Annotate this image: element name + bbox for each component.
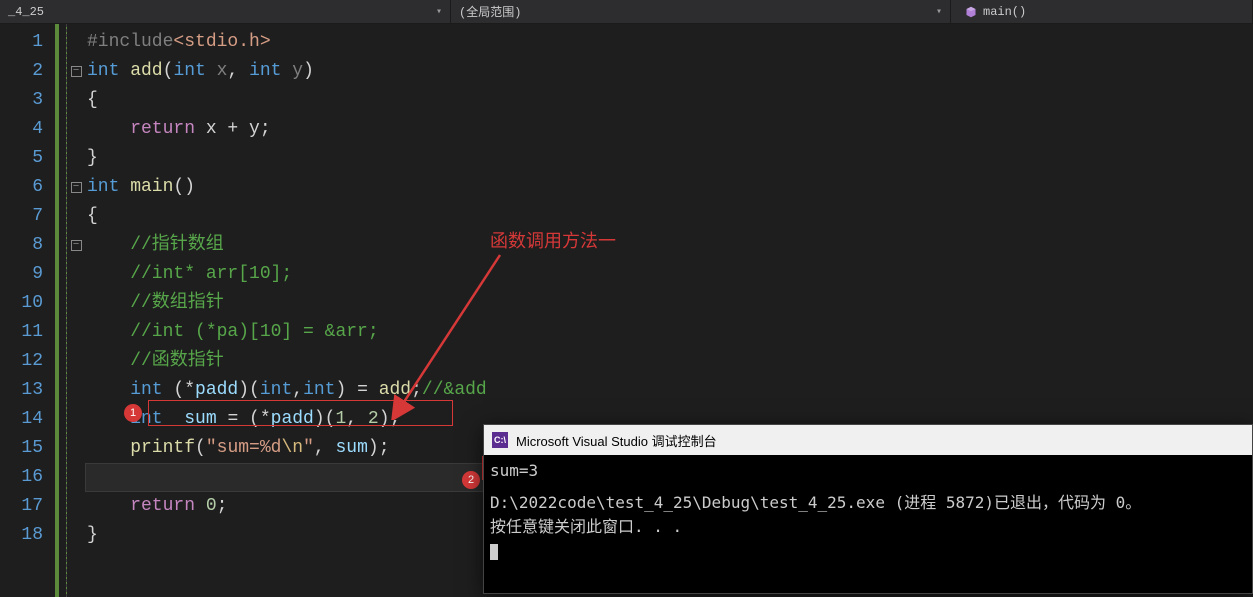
line-number: 16 bbox=[0, 463, 43, 492]
line-number-gutter: 1 2 3 4 5 6 7 8 9 10 11 12 13 14 15 16 1… bbox=[0, 24, 55, 597]
member-label: main() bbox=[983, 5, 1026, 19]
line-number: 10 bbox=[0, 289, 43, 318]
code-line: { bbox=[85, 202, 1253, 231]
line-number: 7 bbox=[0, 202, 43, 231]
line-number: 17 bbox=[0, 492, 43, 521]
line-number: 8 bbox=[0, 231, 43, 260]
change-margin bbox=[55, 24, 67, 597]
fold-toggle[interactable]: − bbox=[71, 182, 82, 193]
code-line: int (*padd)(int,int) = add;//&add bbox=[85, 376, 1253, 405]
line-number: 18 bbox=[0, 521, 43, 550]
line-number: 1 bbox=[0, 28, 43, 57]
file-tab-label: _4_25 bbox=[8, 5, 44, 19]
code-line: { bbox=[85, 86, 1253, 115]
line-number: 12 bbox=[0, 347, 43, 376]
chevron-down-icon: ▾ bbox=[936, 6, 942, 18]
code-line: //函数指针 bbox=[85, 347, 1253, 376]
line-number: 5 bbox=[0, 144, 43, 173]
cursor-icon bbox=[490, 544, 498, 560]
fold-toggle[interactable]: − bbox=[71, 240, 82, 251]
code-line: #include<stdio.h> bbox=[85, 28, 1253, 57]
breadcrumb-bar: _4_25 ▾ (全局范围) ▾ main() bbox=[0, 0, 1253, 24]
annotation-badge-1: 1 bbox=[124, 404, 142, 422]
code-line: //指针数组 bbox=[85, 231, 1253, 260]
scope-dropdown[interactable]: (全局范围) ▾ bbox=[451, 0, 951, 23]
fold-toggle[interactable]: − bbox=[71, 66, 82, 77]
code-line: int add(int x, int y) bbox=[85, 57, 1253, 86]
code-line: int main() bbox=[85, 173, 1253, 202]
console-output[interactable]: sum=3 D:\2022code\test_4_25\Debug\test_4… bbox=[484, 455, 1252, 593]
code-line: //int* arr[10]; bbox=[85, 260, 1253, 289]
line-number: 3 bbox=[0, 86, 43, 115]
annotation-badge-2: 2 bbox=[462, 471, 480, 489]
line-number: 11 bbox=[0, 318, 43, 347]
code-line: } bbox=[85, 144, 1253, 173]
console-line: sum=3 bbox=[490, 459, 1246, 483]
console-titlebar[interactable]: C:\ Microsoft Visual Studio 调试控制台 bbox=[484, 425, 1252, 455]
line-number: 13 bbox=[0, 376, 43, 405]
code-line: //数组指针 bbox=[85, 289, 1253, 318]
code-line: //int (*pa)[10] = &arr; bbox=[85, 318, 1253, 347]
console-line: 按任意键关闭此窗口. . . bbox=[490, 515, 1246, 539]
line-number: 9 bbox=[0, 260, 43, 289]
line-number: 4 bbox=[0, 115, 43, 144]
cube-icon bbox=[965, 6, 977, 18]
scope-label: (全局范围) bbox=[459, 3, 521, 20]
member-dropdown[interactable]: main() bbox=[951, 0, 1253, 23]
line-number: 6 bbox=[0, 173, 43, 202]
line-number: 14 bbox=[0, 405, 43, 434]
line-number: 2 bbox=[0, 57, 43, 86]
chevron-down-icon: ▾ bbox=[436, 6, 442, 18]
fold-column: − − − bbox=[67, 24, 85, 597]
file-dropdown[interactable]: _4_25 ▾ bbox=[0, 0, 451, 23]
code-line: return x + y; bbox=[85, 115, 1253, 144]
debug-console-window: C:\ Microsoft Visual Studio 调试控制台 sum=3 … bbox=[483, 424, 1253, 594]
line-number: 15 bbox=[0, 434, 43, 463]
console-line: D:\2022code\test_4_25\Debug\test_4_25.ex… bbox=[490, 491, 1246, 515]
console-title-text: Microsoft Visual Studio 调试控制台 bbox=[516, 431, 717, 450]
vs-icon: C:\ bbox=[492, 432, 508, 448]
